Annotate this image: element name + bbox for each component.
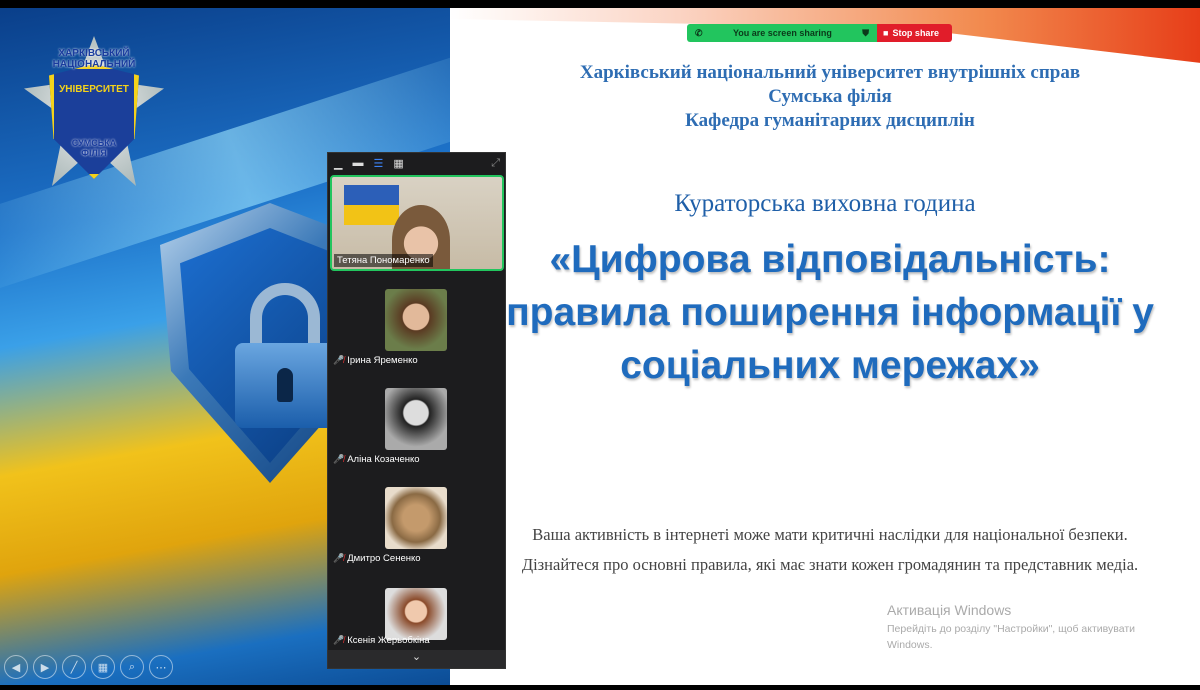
strip-view-icon[interactable]: ☰: [373, 157, 383, 170]
scroll-down-button[interactable]: ⌄: [328, 650, 505, 668]
avatar: [385, 487, 447, 549]
avatar: [385, 289, 447, 351]
slideshow-controls: ◀ ▶ ╱ ▦ ⌕ ⋯: [4, 655, 173, 679]
header-line: Харківський національний університет вну…: [579, 62, 1081, 83]
screen-share-bar: ✆ You are screen sharing ⛊ ■ Stop share: [687, 24, 952, 42]
share-status: You are screen sharing: [732, 28, 832, 38]
participant-tile[interactable]: 🎤̸ Ірина Яременко: [328, 281, 505, 379]
phone-icon: ✆: [695, 27, 703, 38]
shield-check-icon: ⛊: [862, 27, 869, 38]
windows-activation-watermark: Активація Windows Перейдіть до розділу "…: [887, 602, 1136, 651]
avatar: [385, 588, 447, 640]
more-icon[interactable]: ⋯: [149, 655, 173, 679]
grid-view-icon[interactable]: ▦: [393, 157, 403, 170]
avatar: [385, 388, 447, 450]
slide-subtitle: Кураторська виховна година: [674, 190, 976, 217]
muted-mic-icon: 🎤̸: [333, 553, 345, 563]
header-line: Кафедра гуманітарних дисциплін: [685, 110, 975, 131]
slide-right-panel: ✆ You are screen sharing ⛊ ■ Stop share Хар…: [450, 8, 1200, 685]
muted-mic-icon: 🎤̸: [333, 635, 345, 645]
participant-name: Тетяна Пономаренко: [337, 255, 430, 266]
muted-mic-icon: 🎤̸: [333, 454, 345, 464]
minimize-icon[interactable]: ▁: [334, 157, 342, 170]
view-toolbar: ▁ ▬ ☰ ▦ ⤢: [328, 153, 505, 173]
prev-icon[interactable]: ◀: [4, 655, 28, 679]
single-view-icon[interactable]: ▬: [352, 157, 363, 169]
zoom-icon[interactable]: ⌕: [120, 655, 144, 679]
next-icon[interactable]: ▶: [33, 655, 57, 679]
slide-description: Ваша активність в інтернеті може мати кр…: [521, 525, 1139, 574]
active-speaker-video[interactable]: Тетяна Пономаренко: [330, 175, 504, 271]
slide-title: «Цифрова відповідальність: правила пошир…: [506, 238, 1154, 387]
muted-mic-icon: 🎤̸: [333, 355, 345, 365]
participants-panel: ▁ ▬ ☰ ▦ ⤢ Тетяна Пономаренко 🎤̸ Ірина Яре…: [327, 152, 506, 669]
stop-icon: ■: [883, 28, 889, 38]
pen-icon[interactable]: ╱: [62, 655, 86, 679]
participant-tile[interactable]: 🎤̸ Аліна Козаченко: [328, 380, 505, 478]
university-emblem: ХАРКІВСЬКИЙ НАЦІОНАЛЬНИЙ УНІВЕРСИТЕТ СУМС…: [14, 26, 174, 196]
slides-icon[interactable]: ▦: [91, 655, 115, 679]
expand-icon[interactable]: ⤢: [491, 157, 500, 170]
stop-share-button[interactable]: ■ Stop share: [877, 24, 952, 42]
participant-tile[interactable]: 🎤̸ Дмитро Сененко: [328, 479, 505, 577]
header-line: Сумська філія: [768, 86, 892, 107]
